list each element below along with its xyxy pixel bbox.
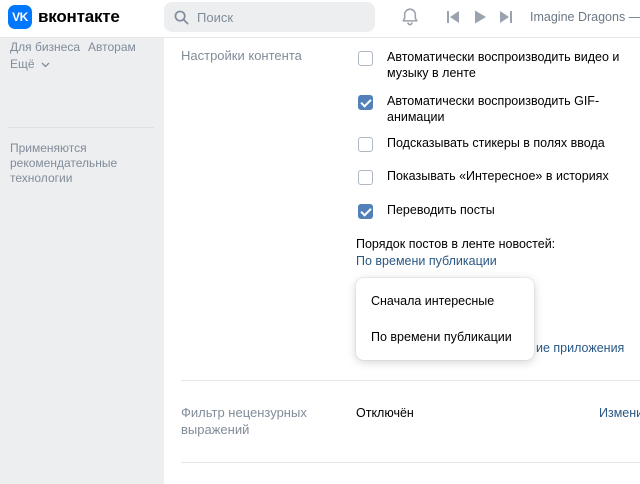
feed-order-label: Порядок постов в ленте новостей:: [356, 237, 556, 251]
checkbox-translate-posts[interactable]: [358, 204, 373, 219]
option-label: Подсказывать стикеры в полях ввода: [387, 136, 605, 150]
option-show-interesting[interactable]: Показывать «Интересное» в историях: [358, 168, 627, 185]
next-track-icon[interactable]: [498, 10, 514, 24]
profanity-filter-label: Фильтр нецензурных выражений: [181, 405, 307, 437]
checkbox-suggest-stickers[interactable]: [358, 137, 373, 152]
logo-text: вконтакте: [38, 7, 120, 26]
dropdown-item-by-time[interactable]: По времени публикации: [371, 330, 512, 344]
dropdown-item-interesting-first[interactable]: Сначала интересные: [371, 294, 494, 308]
sidebar-link-more-label: Ещё: [10, 57, 35, 71]
option-autoplay-gif[interactable]: Автоматически воспроизводить GIF-анимаци…: [358, 93, 627, 125]
settings-panel: Настройки контента Автоматически воспрои…: [164, 38, 640, 484]
option-label: Автоматически воспроизводить GIF-анимаци…: [387, 94, 600, 124]
sidebar-divider: [8, 127, 154, 128]
option-label: Переводить посты: [387, 203, 495, 217]
option-translate-posts[interactable]: Переводить посты: [358, 202, 627, 219]
previous-track-icon[interactable]: [445, 10, 461, 24]
search-input[interactable]: [197, 9, 347, 25]
profanity-filter-change-link[interactable]: Измени: [599, 406, 640, 420]
option-suggest-stickers[interactable]: Подсказывать стикеры в полях ввода: [358, 135, 627, 152]
sidebar-link-more[interactable]: Ещё: [10, 57, 50, 71]
profanity-filter-value: Отключён: [356, 406, 414, 420]
sidebar-link-authors[interactable]: Авторам: [88, 40, 136, 54]
section-divider: [181, 462, 640, 463]
recommendation-note: Применяются рекомендательные технологии: [10, 141, 118, 185]
option-label: Показывать «Интересное» в историях: [387, 169, 609, 183]
logo[interactable]: VK вконтакте: [8, 5, 120, 29]
chevron-down-icon: [41, 62, 50, 68]
top-bar: VK вконтакте Imagine Dragons — B: [0, 0, 640, 38]
vk-logo-icon: VK: [8, 5, 32, 29]
search-box[interactable]: [164, 2, 375, 32]
search-icon: [174, 10, 189, 24]
feed-order-select[interactable]: По времени публикации: [356, 254, 497, 268]
sidebar-link-business[interactable]: Для бизнеса: [10, 40, 80, 54]
checkbox-autoplay-video[interactable]: [358, 51, 373, 66]
now-playing-title[interactable]: Imagine Dragons — B: [530, 10, 640, 24]
sidebar: Для бизнеса Авторам Ещё Применяются реко…: [0, 38, 164, 484]
option-label: Автоматически воспроизводить видео и муз…: [387, 50, 620, 80]
feed-order-dropdown: Сначала интересные По времени публикации: [356, 278, 534, 360]
section-divider: [181, 380, 640, 381]
checkbox-show-interesting[interactable]: [358, 170, 373, 185]
option-autoplay-video[interactable]: Автоматически воспроизводить видео и муз…: [358, 49, 627, 81]
bell-icon[interactable]: [399, 6, 421, 28]
play-icon[interactable]: [472, 10, 488, 24]
apps-link[interactable]: ие приложения: [536, 341, 624, 355]
checkbox-autoplay-gif[interactable]: [358, 95, 373, 110]
content-settings-label: Настройки контента: [181, 48, 302, 63]
